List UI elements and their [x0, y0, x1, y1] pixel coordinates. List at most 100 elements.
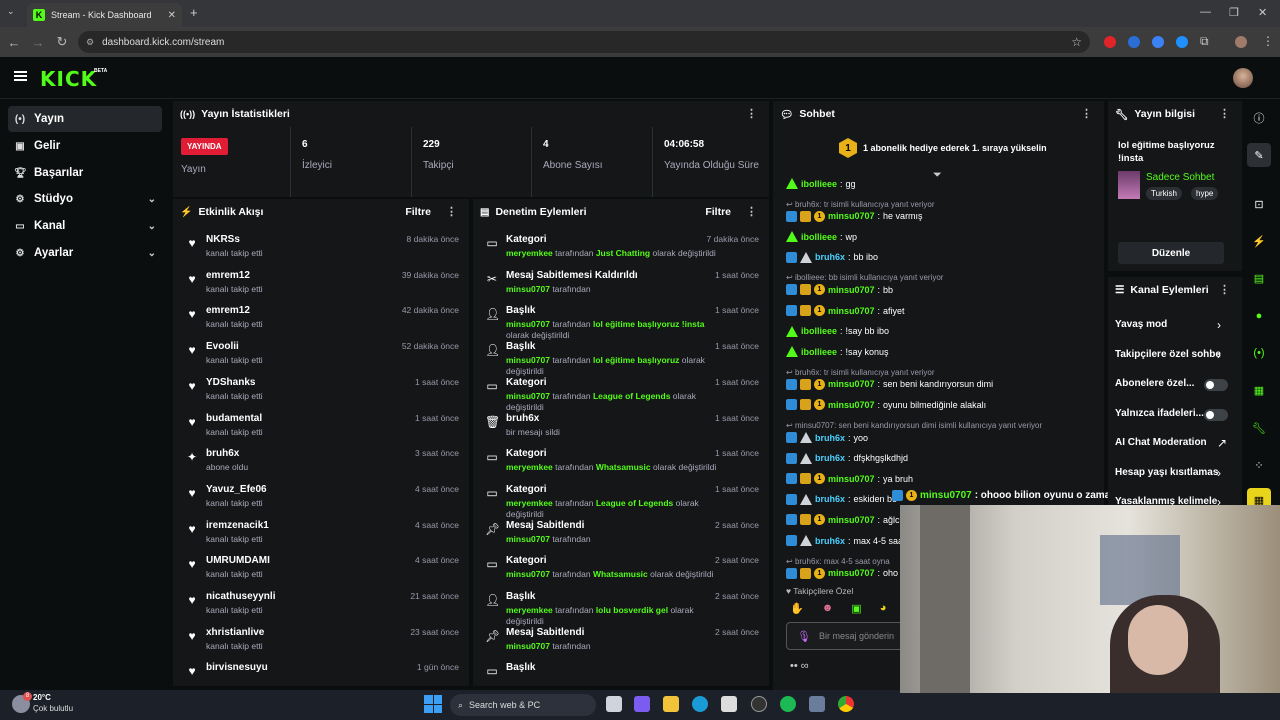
chat-username[interactable]: ibollieee [801, 179, 837, 189]
activity-username[interactable]: UMRUMDAMI [206, 555, 270, 566]
chat-username[interactable]: minsu0707 [828, 400, 875, 410]
extension-icon[interactable] [1104, 36, 1116, 48]
chat-message[interactable]: bruh6x: dfşkhgşlkdhjd [786, 452, 908, 464]
chat-username[interactable]: ibollieee [801, 326, 837, 336]
settings-icon[interactable] [809, 696, 825, 712]
channel-action-item[interactable]: Takipçilere özel sohbe [1115, 349, 1221, 360]
chat-username[interactable]: ibollieee [801, 232, 837, 242]
bookmark-star-icon[interactable]: ☆ [1071, 35, 1082, 49]
back-icon[interactable]: ← [2, 35, 26, 50]
chat-message[interactable]: 1 minsu0707: he varmış [786, 210, 923, 222]
windows-start-icon[interactable] [424, 695, 442, 713]
moderator-username[interactable]: minsu0707 [506, 391, 550, 401]
taskbar-search[interactable]: ⌕ Search web & PC [450, 694, 596, 716]
url-field[interactable]: ⚙ dashboard.kick.com/stream ☆ [78, 31, 1090, 53]
more-options-icon[interactable]: ⋮ [746, 205, 757, 218]
chat-username[interactable]: bruh6x [815, 252, 845, 262]
wrench-icon[interactable]: 🔧︎ [1247, 416, 1271, 440]
emote-icon[interactable]: ✋ [790, 602, 804, 615]
toggle-switch[interactable] [1204, 408, 1228, 421]
moderator-username[interactable]: meryemkee [506, 462, 553, 472]
app-icon[interactable] [751, 696, 767, 712]
chat-username[interactable]: minsu0707 [828, 568, 875, 578]
microphone-icon[interactable]: 🎙︎ [797, 630, 811, 643]
activity-username[interactable]: emrem12 [206, 270, 250, 281]
channel-action-item[interactable]: AI Chat Moderation [1115, 437, 1207, 448]
chat-message[interactable]: ibollieee: !say bb ibo [786, 325, 889, 337]
broadcast-icon[interactable]: (•) [1247, 341, 1271, 365]
browser-menu-icon[interactable]: ⋮ [1262, 34, 1274, 48]
activity-username[interactable]: iremzenacik1 [206, 520, 269, 531]
gift-sub-banner[interactable]: 1 1 abonelik hediye ederek 1. sıraya yük… [839, 138, 1047, 158]
reload-icon[interactable]: ↻ [50, 34, 74, 50]
extension-icon[interactable] [1176, 36, 1188, 48]
more-options-icon[interactable]: ⋮ [1219, 283, 1230, 296]
new-tab-icon[interactable]: + [190, 5, 198, 20]
activity-username[interactable]: nicathuseyynli [206, 591, 275, 602]
activity-username[interactable]: birvisnesuyu [206, 662, 268, 673]
sidebar-item-ayarlar[interactable]: ⚙ Ayarlar ⌄ [8, 240, 162, 266]
chat-message[interactable]: ibollieee: gg [786, 178, 856, 189]
moderator-username[interactable]: minsu0707 [506, 534, 550, 544]
close-window-icon[interactable]: ✕ [1258, 6, 1267, 19]
moderator-username[interactable]: minsu0707 [506, 569, 550, 579]
emote-icon[interactable]: ◕ [880, 602, 887, 615]
chat-username[interactable]: minsu0707 [828, 515, 875, 525]
info-icon[interactable]: ⓘ [1247, 106, 1271, 130]
maximize-icon[interactable]: ❐ [1229, 6, 1239, 19]
minimize-icon[interactable]: — [1200, 6, 1211, 18]
moderator-username[interactable]: minsu0707 [506, 319, 550, 329]
channel-action-item[interactable]: Yalnızca ifadeleri... [1115, 408, 1204, 419]
activity-username[interactable]: budamental [206, 413, 262, 424]
channel-action-item[interactable]: Yavaş mod [1115, 319, 1167, 330]
chat-message[interactable]: bruh6x: bb ibo [786, 251, 878, 263]
activity-username[interactable]: NKRSs [206, 234, 240, 245]
forward-icon[interactable]: → [26, 35, 50, 50]
chat-message[interactable]: bruh6x: max 4-5 saa [786, 535, 903, 546]
chat-message[interactable]: 1 minsu0707: afiyet [786, 305, 905, 316]
filter-button[interactable]: Filtre [705, 206, 731, 218]
extension-icon[interactable] [1152, 36, 1164, 48]
edit-button[interactable]: Düzenle [1118, 242, 1224, 264]
activity-username[interactable]: emrem12 [206, 305, 250, 316]
tab-search-icon[interactable]: ⌄ [7, 6, 15, 17]
channel-action-item[interactable]: Abonelere özel... [1115, 378, 1194, 389]
chat-username[interactable]: minsu0707 [828, 306, 875, 316]
browser-tab[interactable]: K Stream - Kick Dashboard ✕ [27, 3, 182, 27]
chat-message[interactable]: 1 minsu0707: ya bruh [786, 473, 913, 485]
more-options-icon[interactable]: ⋮ [1081, 107, 1092, 120]
collapse-icon[interactable]: ⏷ [933, 169, 942, 182]
chat-message[interactable]: 1 minsu0707: sen beni kandırıyorsun dimi [786, 378, 993, 390]
pencil-icon[interactable]: ✎ [1247, 143, 1271, 167]
chat-username[interactable]: bruh6x [815, 494, 845, 504]
emote-icon[interactable]: ⁘ [1247, 453, 1271, 477]
chat-message[interactable]: ibollieee: wp [786, 231, 857, 243]
layout-icon[interactable]: ▦ [1247, 378, 1271, 402]
activity-username[interactable]: Yavuz_Efe06 [206, 484, 267, 495]
chat-username[interactable]: bruh6x [815, 433, 845, 443]
document-icon[interactable]: ▤ [1247, 266, 1271, 290]
category-name[interactable]: Sadece Sohbet [1146, 172, 1214, 183]
chat-input[interactable]: 🎙︎ Bir mesaj gönderin [786, 622, 906, 650]
moderator-username[interactable]: meryemkee [506, 248, 553, 258]
chat-username[interactable]: bruh6x [815, 536, 845, 546]
chrome-icon[interactable] [838, 696, 854, 712]
chat-message[interactable]: 1 minsu0707: oho [786, 567, 898, 579]
chat-message[interactable]: bruh6x: yoo [786, 432, 868, 443]
chat-overlay-message[interactable]: 1 minsu0707: ohooo bilion oyunu o zaman [892, 490, 1116, 501]
crop-icon[interactable]: ⊡ [1247, 192, 1271, 216]
chat-username[interactable]: ibollieee [801, 347, 837, 357]
chat-settings-icon[interactable]: •• ∞ [790, 660, 809, 672]
sidebar-item-gelir[interactable]: ▣ Gelir [8, 133, 162, 159]
activity-username[interactable]: Evoolii [206, 341, 239, 352]
chat-username[interactable]: minsu0707 [828, 474, 875, 484]
chat-bubble-icon[interactable]: ● [1247, 304, 1271, 328]
chat-message[interactable]: 1 minsu0707: bb [786, 284, 893, 296]
sidebar-item-studyo[interactable]: ⚙ Stüdyo ⌄ [8, 186, 162, 212]
chat-username[interactable]: minsu0707 [828, 285, 875, 295]
more-options-icon[interactable]: ⋮ [446, 205, 457, 218]
moderator-username[interactable]: meryemkee [506, 605, 553, 615]
emote-icon[interactable]: ☻ [822, 602, 834, 615]
moderator-username[interactable]: minsu0707 [506, 284, 550, 294]
chat-message[interactable]: bruh6x: eskiden be [786, 493, 897, 505]
